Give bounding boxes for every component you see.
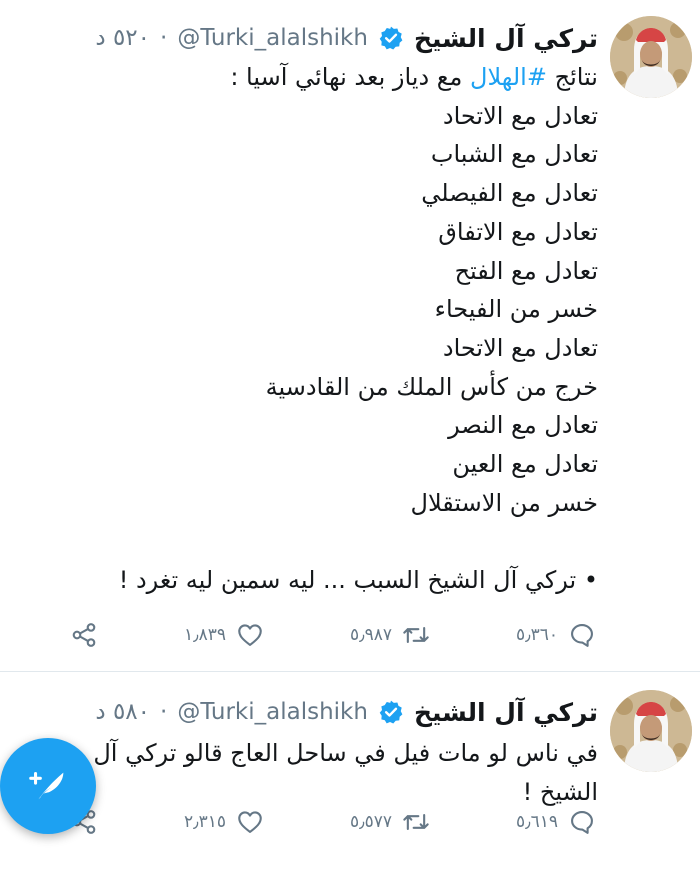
tweet-line: تعادل مع الفيصلي xyxy=(421,179,598,208)
share-icon xyxy=(72,623,96,647)
reply-icon xyxy=(571,624,593,647)
avatar[interactable] xyxy=(610,16,692,98)
tweet-line: تعادل مع العين xyxy=(452,450,598,479)
reply-button[interactable]: ٥٫٣٦٠ xyxy=(506,621,596,649)
tweet-line: في ناس لو مات فيل في ساحل العاج قالو ترك… xyxy=(93,739,598,806)
user-handle[interactable]: @Turki_alalshikh xyxy=(177,699,368,725)
reply-count: ٥٫٣٦٠ xyxy=(515,625,558,645)
tweet-line: تعادل مع الاتحاد xyxy=(442,333,598,362)
like-count: ٢٫٣١٥ xyxy=(183,812,226,832)
tweet-time[interactable]: ٥٨٠ د xyxy=(95,699,150,725)
tweet-line: تعادل مع النصر xyxy=(448,411,598,440)
compose-tweet-icon xyxy=(29,772,64,800)
display-name[interactable]: تركي آل الشيخ xyxy=(414,698,598,727)
like-count: ١٫٨٣٩ xyxy=(183,625,226,645)
retweet-count: ٥٫٥٧٧ xyxy=(349,812,392,832)
tweet-line: خسر من الفيحاء xyxy=(434,295,598,324)
hashtag-link[interactable]: #الهلال xyxy=(470,63,547,91)
retweet-icon xyxy=(403,626,429,644)
retweet-button[interactable]: ٥٫٩٨٧ xyxy=(340,621,430,649)
tweet-line: تعادل مع الشباب xyxy=(430,140,598,169)
display-name[interactable]: تركي آل الشيخ xyxy=(414,24,598,53)
tweet-header: تركي آل الشيخ @Turki_alalshikh · ٥٨٠ د xyxy=(86,692,598,732)
tweet-text: نتائج #الهلال مع دياز بعد نهائي آسيا : ت… xyxy=(10,58,598,600)
tweet-line: نتائج #الهلال مع دياز بعد نهائي آسيا : xyxy=(10,58,598,97)
tweet-time[interactable]: ٥٢٠ د xyxy=(95,25,150,51)
tweet-line: تعادل مع الاتفاق xyxy=(438,217,598,246)
text-segment: مع دياز بعد نهائي آسيا : xyxy=(230,63,471,91)
retweet-button[interactable]: ٥٫٥٧٧ xyxy=(340,808,430,836)
tweet[interactable]: تركي آل الشيخ @Turki_alalshikh · ٥٨٠ د ف… xyxy=(0,672,700,886)
tweet-line: تعادل مع الفتح xyxy=(454,256,598,285)
like-button[interactable]: ١٫٨٣٩ xyxy=(174,621,264,649)
share-button[interactable] xyxy=(70,621,98,649)
tweet-line: تعادل مع الاتحاد xyxy=(442,101,598,130)
tweet-text: في ناس لو مات فيل في ساحل العاج قالو ترك… xyxy=(90,734,598,811)
tweet-actions: ٥٫٦١٩ ٥٫٥٧٧ ٢٫٣١٥ xyxy=(70,805,596,839)
separator-dot: · xyxy=(160,25,168,51)
verified-badge-icon xyxy=(378,25,404,51)
tweet-actions: ٥٫٣٦٠ ٥٫٩٨٧ ١٫٨٣٩ xyxy=(70,618,596,652)
tweet-header: تركي آل الشيخ @Turki_alalshikh · ٥٢٠ د xyxy=(86,18,598,58)
retweet-icon xyxy=(403,813,429,831)
reply-button[interactable]: ٥٫٦١٩ xyxy=(506,808,596,836)
like-icon xyxy=(238,624,262,646)
reply-icon xyxy=(571,811,593,834)
avatar[interactable] xyxy=(610,690,692,772)
user-handle[interactable]: @Turki_alalshikh xyxy=(177,25,368,51)
tweet[interactable]: تركي آل الشيخ @Turki_alalshikh · ٥٢٠ د ن… xyxy=(0,0,700,672)
reply-count: ٥٫٦١٩ xyxy=(515,812,558,832)
verified-badge-icon xyxy=(378,699,404,725)
tweet-line: • تركي آل الشيخ السبب ... ليه سمين ليه ت… xyxy=(118,566,598,595)
tweet-line: خسر من الاستقلال xyxy=(410,488,598,517)
text-segment: نتائج xyxy=(546,63,598,91)
like-button[interactable]: ٢٫٣١٥ xyxy=(174,808,264,836)
tweet-line: خرج من كأس الملك من القادسية xyxy=(265,372,598,401)
like-icon xyxy=(238,811,262,833)
retweet-count: ٥٫٩٨٧ xyxy=(349,625,392,645)
separator-dot: · xyxy=(160,699,168,725)
compose-tweet-button[interactable] xyxy=(0,738,96,834)
